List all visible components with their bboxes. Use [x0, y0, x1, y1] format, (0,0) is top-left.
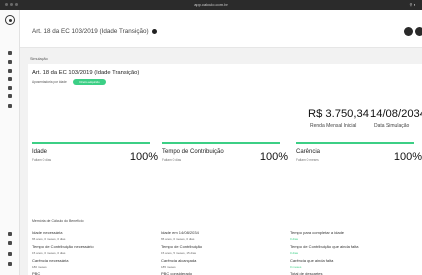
chart-icon[interactable] [8, 77, 12, 81]
memoria-item-label: Idade necessária [32, 230, 63, 235]
settings-icon[interactable] [8, 241, 12, 245]
metric-tempo: Tempo de Contribuição Faltam 0 dias 100% [162, 142, 288, 169]
metric-percent: 100% [259, 151, 288, 163]
window-status-icons: ⚲ ◐ [409, 2, 416, 7]
metric-subtitle: Faltam 0 meses [296, 158, 319, 162]
page-title-text: Art. 18 da EC 103/2019 (Idade Transição) [32, 28, 149, 35]
metric-title: Carência [296, 149, 321, 155]
memoria-item: Tempo de Contribuição necessário 15 anos,… [32, 244, 162, 255]
calendar-icon[interactable] [8, 69, 12, 73]
user-icon[interactable] [8, 252, 12, 256]
memoria-item-label: Total de descartes [290, 271, 323, 275]
memoria-item-label: Tempo de Contribuição [161, 244, 203, 249]
renda-value: R$ 3.750,34 [308, 108, 369, 120]
sidebar [0, 10, 20, 275]
memoria-item-label: Tempo para completar a idade [290, 230, 345, 235]
section-label: Simulação [30, 57, 48, 61]
memoria-item: Carência que ainda falta 0 meses [290, 258, 420, 269]
memoria-item-value: 15 anos, 0 meses, 0 dias [32, 251, 66, 255]
memoria-item-label: Carência alcançada [161, 258, 197, 263]
memoria-item-value: 0 dias [290, 251, 299, 255]
memoria-item: Idade necessária 65 anos, 0 meses, 0 dias [32, 230, 162, 241]
help-icon[interactable] [8, 232, 12, 236]
info-icon[interactable] [151, 28, 157, 34]
memoria-item-label: Tempo de Contribuição que ainda falta [290, 244, 359, 249]
grid-icon[interactable] [8, 60, 12, 64]
memoria-item: Tempo para completar a idade 0 dias [290, 230, 420, 241]
memoria-item-value: 65 anos, 0 meses, 0 dias [32, 237, 66, 241]
memoria-item-value: 185 meses [161, 265, 176, 269]
metric-carencia: Carência Faltam 0 meses 100% [296, 142, 422, 169]
document-icon[interactable] [8, 86, 12, 90]
metric-title: Idade [32, 149, 48, 155]
page-header: Art. 18 da EC 103/2019 (Idade Transição) [20, 10, 422, 48]
memoria-item-value: 0 dias [290, 237, 299, 241]
metric-idade: Idade Faltam 0 dias 100% [32, 142, 158, 169]
status-badge: Direito adquirido [73, 79, 106, 85]
date-label: Data Simulação [374, 123, 410, 129]
progress-fill [296, 142, 414, 144]
memoria-item-label: PBC considerado [161, 271, 193, 275]
metric-percent: 100% [393, 151, 422, 163]
memoria-title: Memória de Cálculo do Benefício [32, 219, 84, 223]
renda-label: Renda Mensal Inicial [310, 123, 357, 129]
users-icon[interactable] [8, 104, 12, 108]
memoria-item-value: 65 anos, 0 meses, 0 dias [161, 237, 195, 241]
memoria-item: PBCCTF [32, 271, 162, 275]
avatar[interactable] [415, 27, 422, 36]
progress-track [32, 142, 150, 144]
address-bar[interactable]: app.calculo.com.br [0, 2, 422, 7]
app-logo-icon[interactable] [5, 15, 15, 25]
simulation-subtitle: Aposentadoria por idade [32, 80, 67, 84]
progress-track [162, 142, 280, 144]
memoria-item-value: 0 meses [290, 265, 302, 269]
window-titlebar: app.calculo.com.br ⚲ ◐ [0, 0, 422, 10]
metric-subtitle: Faltam 0 dias [32, 158, 52, 162]
memoria-item: PBC considerado135 [161, 271, 291, 275]
simulation-title: Art. 18 da EC 103/2019 (Idade Transição) [32, 70, 140, 76]
memoria-item-value: 180 meses [32, 265, 47, 269]
memoria-item-label: PBC [32, 271, 41, 275]
main-content: Simulação Art. 18 da EC 103/2019 (Idade … [20, 48, 422, 275]
memoria-item-label: Carência necessária [32, 258, 69, 263]
date-value: 14/08/2034 [370, 108, 422, 120]
home-icon[interactable] [8, 51, 12, 55]
chat-icon[interactable] [404, 27, 413, 36]
page-title: Art. 18 da EC 103/2019 (Idade Transição) [32, 28, 157, 35]
memoria-item-label: Carência que ainda falta [290, 258, 334, 263]
memoria-item: Carência alcançada 185 meses [161, 258, 291, 269]
memoria-item: Carência necessária 180 meses [32, 258, 162, 269]
memoria-item-label: Idade em 14/08/2034 [161, 230, 199, 235]
memoria-item: Idade em 14/08/2034 65 anos, 0 meses, 0 d… [161, 230, 291, 241]
logout-icon[interactable] [8, 262, 12, 266]
metric-title: Tempo de Contribuição [162, 149, 224, 155]
metric-percent: 100% [129, 151, 158, 163]
dollar-icon[interactable] [8, 94, 12, 98]
memoria-panel: Memória de Cálculo do Benefício Idade ne… [28, 215, 422, 275]
progress-track [296, 142, 414, 144]
progress-fill [162, 142, 280, 144]
progress-fill [32, 142, 150, 144]
memoria-item: Total de descartesCE [290, 271, 420, 275]
memoria-item-value: 15 anos, 5 meses, 15 dias [161, 251, 197, 255]
metric-subtitle: Faltam 0 dias [162, 158, 182, 162]
memoria-item: Tempo de Contribuição 15 anos, 5 meses, 1… [161, 244, 291, 255]
simulation-card: Art. 18 da EC 103/2019 (Idade Transição)… [28, 64, 422, 215]
memoria-item-label: Tempo de Contribuição necessário [32, 244, 94, 249]
memoria-item: Tempo de Contribuição que ainda falta 0 d… [290, 244, 420, 255]
